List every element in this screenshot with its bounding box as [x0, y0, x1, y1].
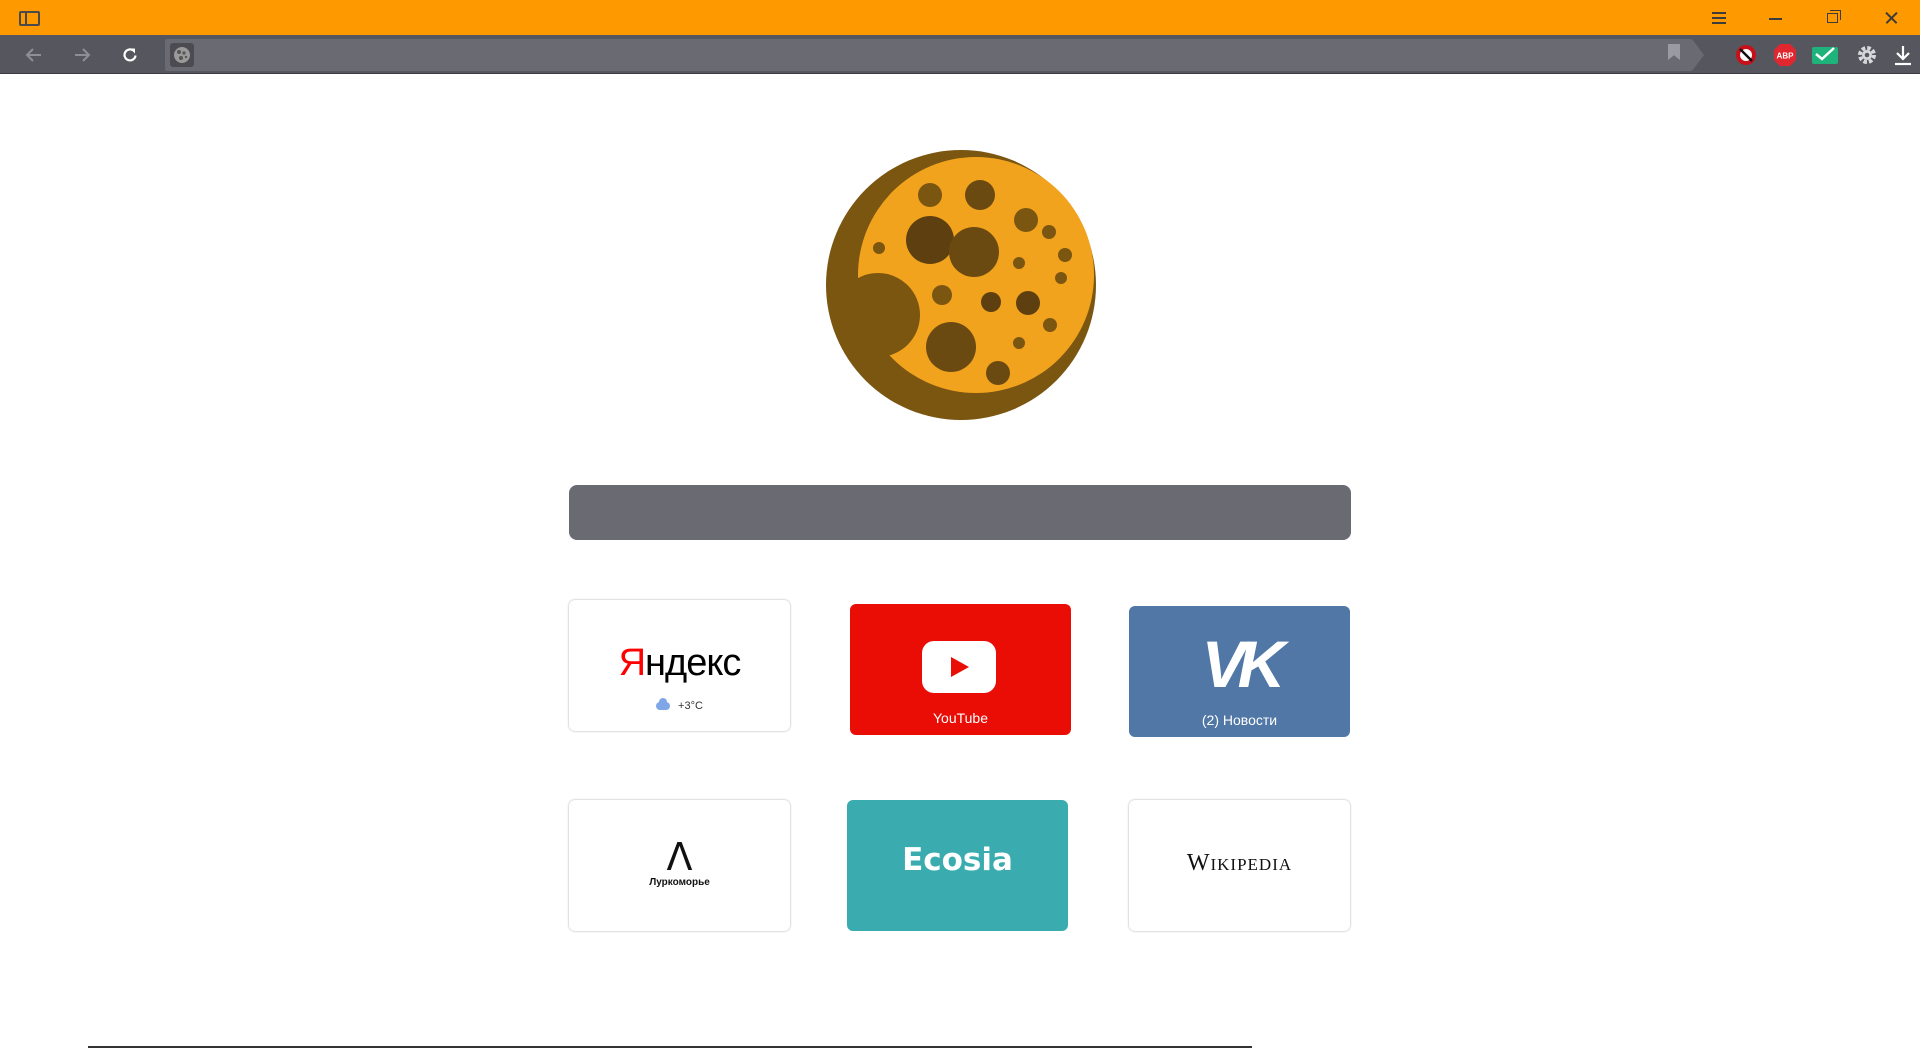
restore-icon[interactable]: [1818, 6, 1848, 30]
download-icon[interactable]: [1888, 40, 1918, 70]
wikipedia-logo: Wikipedia: [1186, 850, 1293, 876]
sidebar-toggle-icon[interactable]: [19, 11, 40, 26]
tile-label: YouTube: [932, 710, 988, 726]
site-favicon-icon: [170, 43, 194, 67]
address-bar[interactable]: [165, 39, 1704, 71]
back-arrow-icon[interactable]: [20, 41, 48, 69]
tile-label: Луркоморье: [649, 877, 710, 888]
speed-dial-lurkmore[interactable]: Λ Луркоморье: [569, 800, 790, 931]
browser-toolbar: ABP: [0, 35, 1920, 74]
vk-logo: VK: [1201, 627, 1286, 701]
adblock-plus-icon[interactable]: ABP: [1770, 40, 1800, 70]
address-bar-tip: [1692, 39, 1704, 71]
ublock-icon[interactable]: [1731, 40, 1761, 70]
menu-icon[interactable]: [1703, 6, 1733, 30]
browser-logo: [826, 150, 1096, 420]
tile-label: (2) Новости: [1201, 712, 1278, 728]
cloud-icon: [656, 698, 671, 711]
ecosia-logo: Ecosia: [902, 842, 1013, 878]
speed-dial-vk[interactable]: VK (2) Новости: [1129, 606, 1350, 737]
speed-dial-wikipedia[interactable]: Wikipedia: [1129, 800, 1350, 931]
window-titlebar: [0, 0, 1920, 35]
reload-icon[interactable]: [116, 41, 144, 69]
minimize-icon[interactable]: [1760, 6, 1790, 30]
weather-widget: +3°C: [569, 698, 790, 712]
forward-arrow-icon[interactable]: [68, 41, 96, 69]
youtube-play-icon: [922, 641, 996, 693]
yandex-logo: Яндекс: [618, 642, 742, 684]
speed-dial-youtube[interactable]: YouTube: [850, 604, 1071, 735]
speed-dial-yandex[interactable]: Яндекс +3°C: [569, 600, 790, 731]
mail-checker-icon[interactable]: [1810, 40, 1840, 70]
svg-text:ABP: ABP: [1777, 52, 1795, 61]
search-input[interactable]: [569, 485, 1351, 540]
bottom-divider: [88, 1046, 1252, 1048]
speed-dial-ecosia[interactable]: Ecosia: [847, 800, 1068, 931]
lurkmore-logo: Λ: [666, 835, 693, 879]
settings-icon[interactable]: [1852, 40, 1882, 70]
close-icon[interactable]: [1876, 6, 1906, 30]
